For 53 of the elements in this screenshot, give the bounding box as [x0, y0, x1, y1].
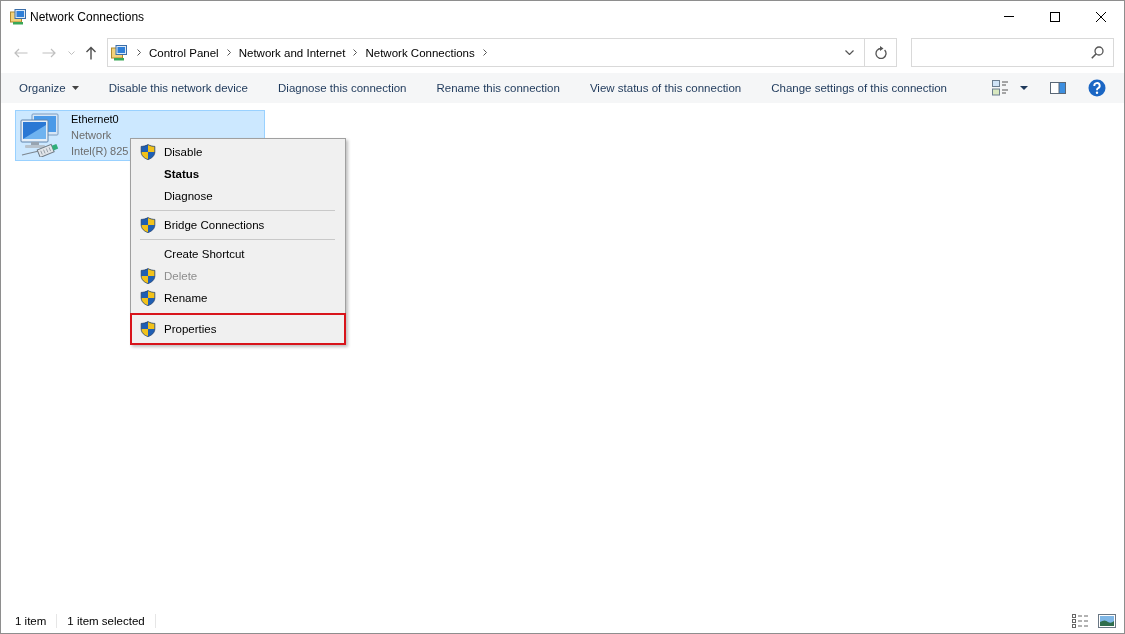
breadcrumb-link[interactable]: Network and Internet [233, 41, 351, 64]
menu-item[interactable]: Bridge Connections [131, 214, 345, 236]
connection-status: Network [71, 128, 113, 143]
minimize-icon [1004, 16, 1014, 17]
picture-icon [1098, 614, 1116, 628]
breadcrumb-link[interactable]: Network Connections [360, 41, 480, 64]
network-folder-icon [10, 8, 26, 25]
menu-item[interactable]: Properties [130, 313, 346, 345]
chevron-right-icon [226, 49, 231, 56]
shield-icon [140, 268, 156, 284]
menu-item[interactable]: Diagnose [131, 185, 345, 207]
window-title: Network Connections [30, 9, 145, 24]
toolbar-button[interactable]: Change settings of this connection [756, 73, 962, 103]
arrow-left-icon [14, 47, 28, 58]
adapter-name: Intel(R) 825 [71, 144, 129, 159]
chevron-right-icon [353, 49, 358, 56]
item-count: 1 item [15, 615, 47, 627]
shield-icon [140, 217, 156, 233]
menu-item[interactable]: Create Shortcut [131, 243, 345, 265]
details-view-button[interactable] [1070, 611, 1090, 631]
connection-name: Ethernet0 [71, 112, 120, 127]
caret-down-icon [1020, 86, 1028, 90]
toolbar-button[interactable]: Diagnose this connection [263, 73, 422, 103]
view-options-icon [992, 80, 1008, 96]
details-view-icon [1072, 614, 1088, 628]
toolbar-button[interactable]: View status of this connection [574, 73, 757, 103]
arrow-up-icon [85, 45, 97, 60]
toolbar-button[interactable]: Disable this network device [93, 73, 263, 103]
chevron-down-icon [844, 50, 854, 55]
help-icon [1088, 79, 1106, 97]
chevron-right-icon [137, 49, 141, 56]
refresh-icon [874, 46, 887, 59]
shield-icon [140, 144, 156, 160]
chevron-right-icon [482, 49, 487, 56]
selection-count: 1 item selected [67, 615, 145, 627]
search-icon [1091, 46, 1104, 59]
network-computer-icon [20, 113, 60, 157]
network-folder-icon [111, 44, 127, 61]
maximize-icon [1050, 11, 1060, 22]
menu-item[interactable]: Rename [131, 287, 345, 309]
arrow-right-icon [42, 47, 56, 58]
preview-pane-icon [1050, 82, 1066, 94]
large-icons-view-button[interactable] [1096, 611, 1118, 631]
breadcrumb-link[interactable]: Control Panel [144, 41, 224, 64]
toolbar-button[interactable]: Rename this connection [421, 73, 575, 103]
shield-icon [140, 321, 156, 337]
search-field[interactable] [911, 38, 1114, 67]
address-bar[interactable]: Control Panel Network and Internet Network Connections [107, 38, 897, 67]
shield-icon [140, 290, 156, 306]
close-icon [1096, 11, 1106, 22]
menu-item[interactable]: Status [131, 163, 345, 185]
toolbar-button[interactable]: Organize [4, 73, 94, 103]
chevron-down-icon [67, 50, 75, 55]
